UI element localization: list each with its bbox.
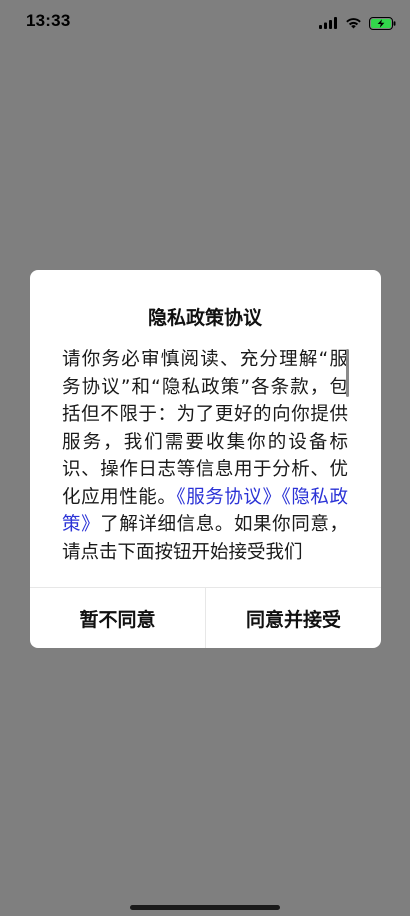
battery-charging-icon bbox=[369, 16, 396, 30]
body-text-prefix: 请你务必审慎阅读、充分理解“服务协议”和“隐私政策”各条款，包括但不限于：为了更… bbox=[62, 349, 348, 508]
cellular-signal-icon bbox=[319, 17, 338, 29]
wifi-icon bbox=[345, 17, 362, 29]
dialog-body-text: 请你务必审慎阅读、充分理解“服务协议”和“隐私政策”各条款，包括但不限于：为了更… bbox=[62, 346, 348, 568]
agree-button[interactable]: 同意并接受 bbox=[206, 588, 381, 648]
disagree-button[interactable]: 暂不同意 bbox=[30, 588, 205, 648]
home-indicator[interactable] bbox=[130, 905, 280, 910]
service-agreement-link[interactable]: 《服务协议》 bbox=[176, 487, 281, 508]
dialog-title: 隐私政策协议 bbox=[147, 307, 262, 329]
status-icons bbox=[319, 14, 396, 32]
status-time: 13:33 bbox=[26, 11, 71, 30]
body-text-suffix: 了解详细信息。如果你同意，请点击下面按钮开始接受我们 bbox=[62, 514, 348, 563]
scrollbar-thumb[interactable] bbox=[346, 349, 349, 397]
status-bar: 13:33 bbox=[0, 0, 410, 46]
